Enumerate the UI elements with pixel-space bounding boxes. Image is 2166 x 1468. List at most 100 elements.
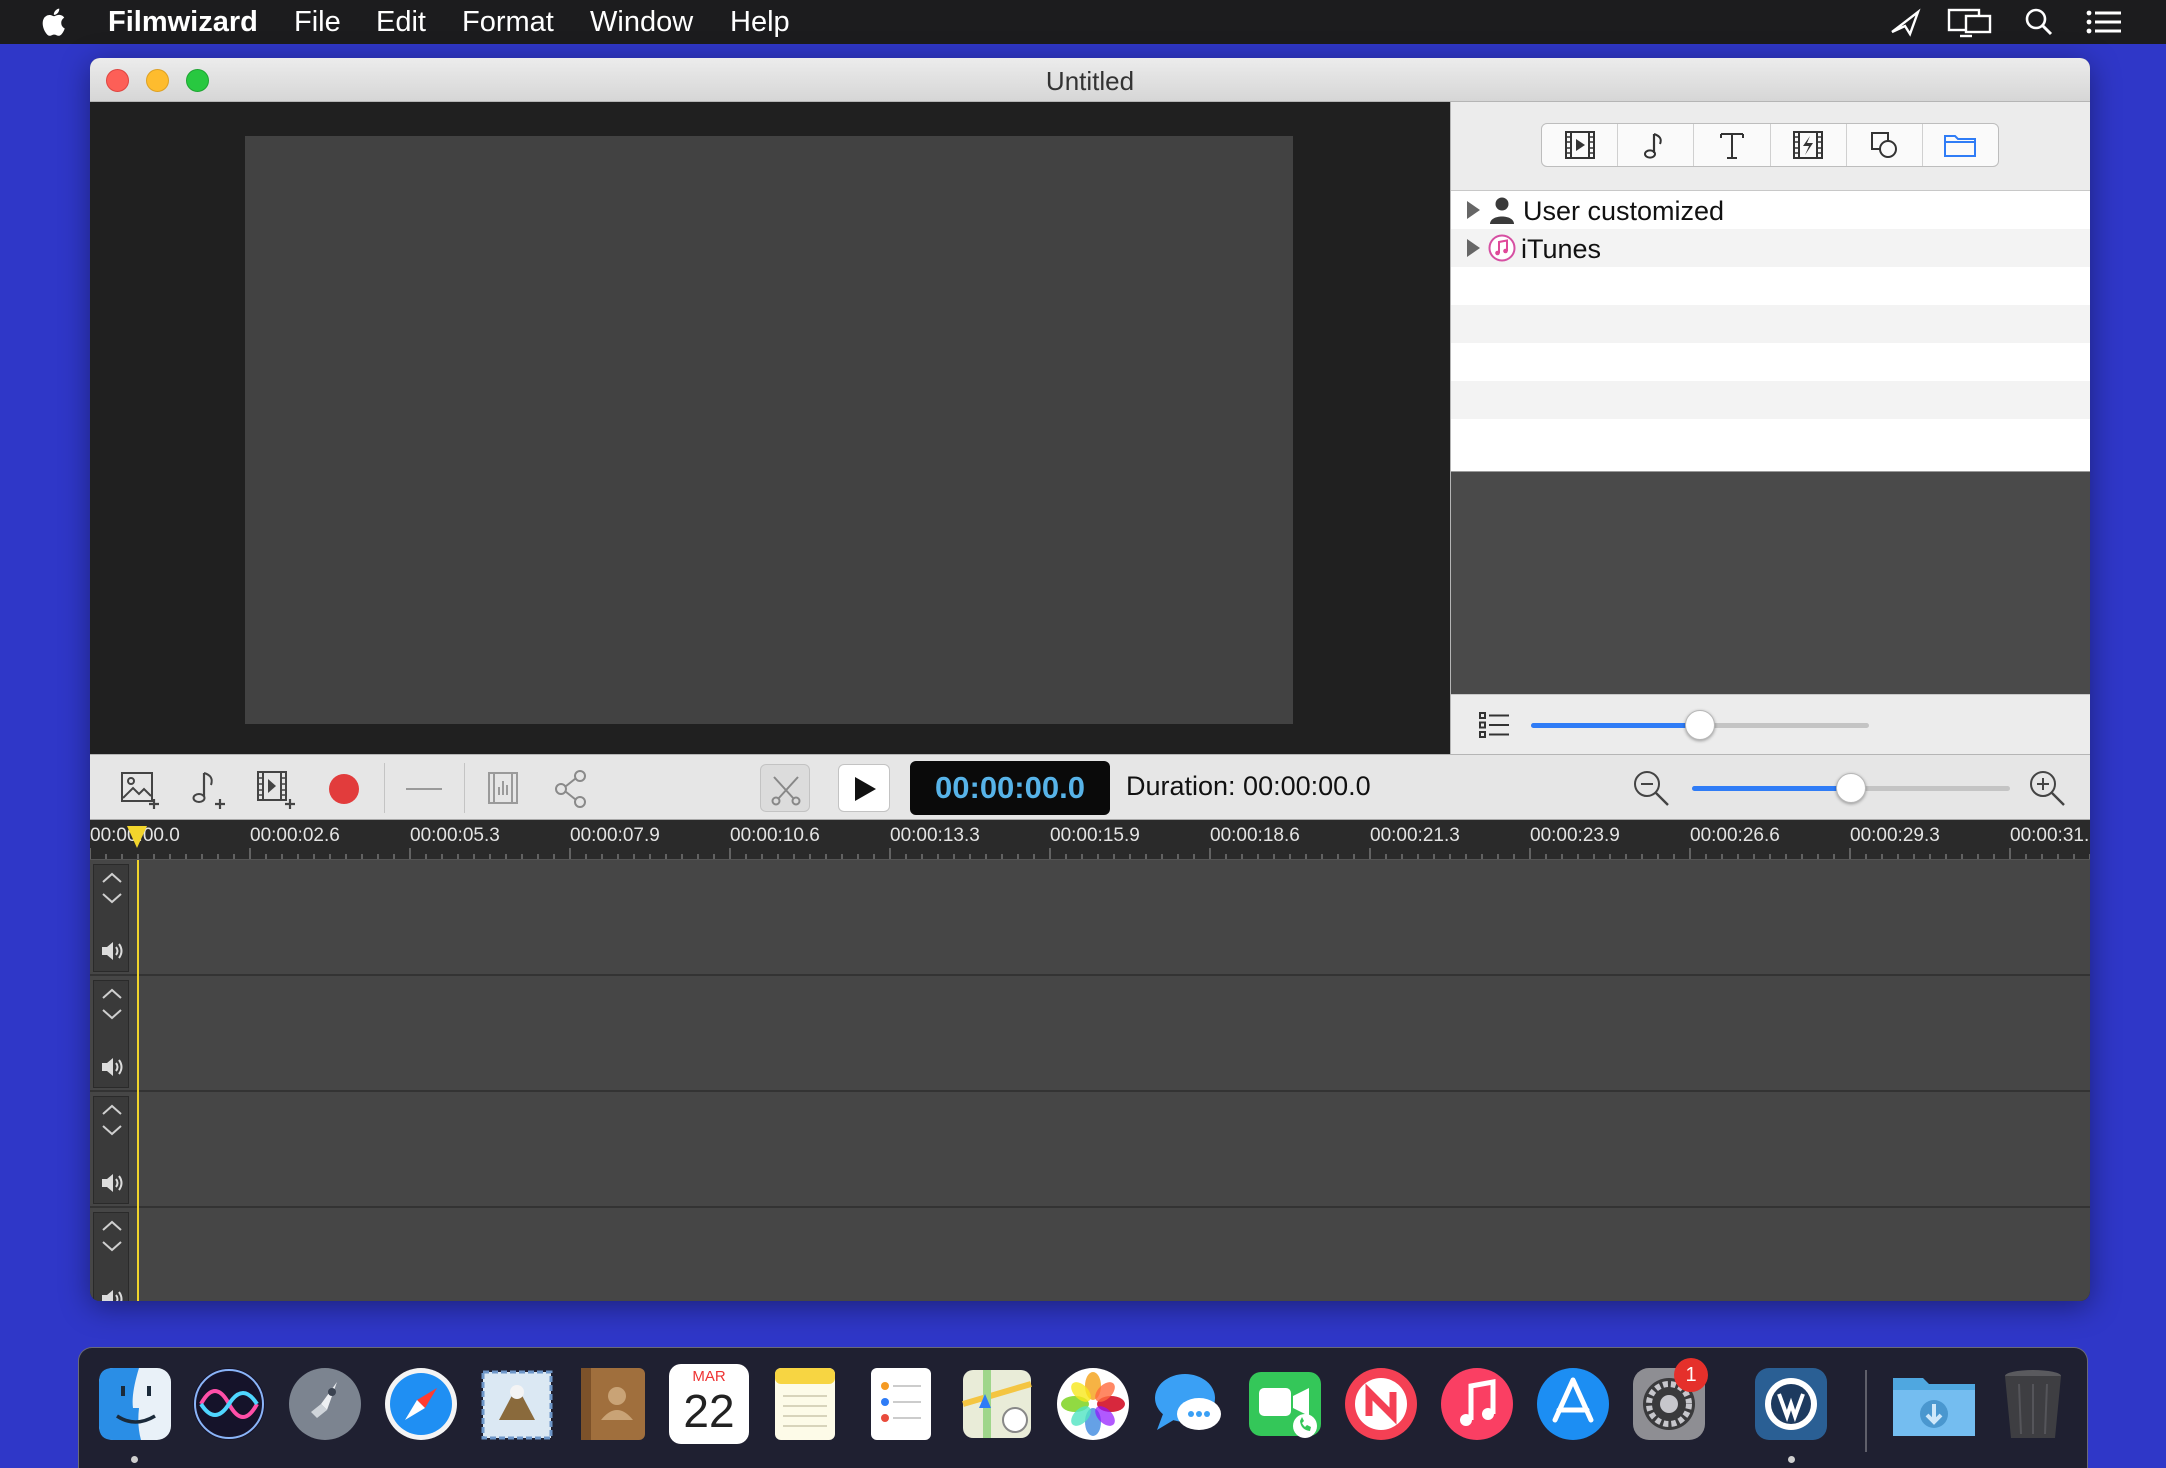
speaker-icon[interactable]: [98, 1053, 126, 1081]
track-header: [93, 1212, 129, 1301]
menu-help[interactable]: Help: [730, 6, 790, 39]
slider-knob[interactable]: [1685, 710, 1715, 740]
messages-icon[interactable]: [1149, 1364, 1229, 1444]
tab-transitions[interactable]: [1771, 124, 1847, 166]
ruler-label: 00:00:05.3: [410, 825, 500, 846]
split-icon[interactable]: [402, 767, 446, 811]
notification-center-icon[interactable]: [2084, 6, 2124, 38]
expand-collapse-icon[interactable]: [98, 985, 126, 1023]
maps-icon[interactable]: [957, 1364, 1037, 1444]
list-view-icon[interactable]: [1477, 709, 1511, 741]
library-bottom-bar: [1451, 694, 2090, 754]
tab-music[interactable]: [1618, 124, 1695, 166]
filmwizard-icon[interactable]: [1751, 1364, 1831, 1444]
library-preview: [1451, 472, 2090, 694]
thumbnail-size-slider[interactable]: [1531, 710, 1869, 740]
ruler-label: 00:00:15.9: [1050, 825, 1140, 846]
speaker-icon[interactable]: [98, 937, 126, 965]
timeline-zoom-slider[interactable]: [1692, 773, 2010, 803]
title-bar[interactable]: Untitled: [90, 58, 2090, 102]
menu-format[interactable]: Format: [462, 6, 554, 39]
ruler-ticks: [90, 848, 2090, 859]
menu-window[interactable]: Window: [590, 6, 693, 39]
add-video-icon[interactable]: [254, 767, 298, 811]
tab-text[interactable]: [1694, 124, 1771, 166]
audio-levels-icon[interactable]: [482, 767, 526, 811]
siri-icon[interactable]: [189, 1364, 269, 1444]
play-button[interactable]: [838, 764, 890, 812]
launchpad-icon[interactable]: [285, 1364, 365, 1444]
notes-icon[interactable]: [765, 1364, 845, 1444]
timeline-tracks: [90, 860, 2090, 1301]
notification-badge: 1: [1674, 1358, 1708, 1392]
tab-folder[interactable]: [1923, 124, 1998, 166]
menu-file[interactable]: File: [294, 6, 341, 39]
scissors-icon: [771, 776, 801, 806]
ruler-label: 00:00:02.6: [250, 825, 340, 846]
speaker-icon[interactable]: [98, 1285, 126, 1301]
video-library-icon: [1564, 131, 1595, 159]
play-icon: [855, 777, 876, 801]
dock: MAR 22 1: [78, 1347, 2088, 1468]
app-menu[interactable]: Filmwizard: [108, 6, 258, 39]
cut-button[interactable]: [760, 764, 810, 812]
ruler-label: 00:00:31.: [2010, 825, 2090, 846]
list-item-label: User customized: [1523, 196, 1725, 226]
disclosure-triangle-icon[interactable]: [1467, 239, 1480, 257]
list-item[interactable]: User customized: [1451, 191, 2090, 229]
calendar-month: MAR: [692, 1368, 726, 1385]
display-mirroring-icon[interactable]: [1946, 6, 1994, 38]
record-icon[interactable]: [322, 767, 366, 811]
apple-icon[interactable]: [38, 5, 72, 39]
add-image-icon[interactable]: [118, 767, 162, 811]
finder-icon[interactable]: [95, 1364, 175, 1444]
user-icon: [1490, 197, 1514, 224]
expand-collapse-icon[interactable]: [98, 1217, 126, 1255]
menu-edit[interactable]: Edit: [376, 6, 426, 39]
location-icon[interactable]: [1888, 6, 1922, 38]
contacts-icon[interactable]: [573, 1364, 653, 1444]
add-music-icon[interactable]: [186, 767, 230, 811]
facetime-icon[interactable]: [1245, 1364, 1325, 1444]
running-indicator: [1788, 1456, 1795, 1463]
spotlight-search-icon[interactable]: [2022, 6, 2056, 38]
photos-icon[interactable]: [1053, 1364, 1133, 1444]
zoom-in-icon[interactable]: [2026, 767, 2068, 809]
timeline-track[interactable]: [90, 976, 2090, 1092]
ruler-label: 00:00:26.6: [1690, 825, 1780, 846]
disclosure-triangle-icon[interactable]: [1467, 201, 1480, 219]
expand-collapse-icon[interactable]: [98, 869, 126, 907]
timeline-track[interactable]: [90, 860, 2090, 976]
timeline-track[interactable]: [90, 1092, 2090, 1208]
timeline-ruler[interactable]: 00:00:00.0 00:00:02.6 00:00:05.3 00:00:0…: [90, 820, 2090, 860]
expand-collapse-icon[interactable]: [98, 1101, 126, 1139]
slider-fill: [1692, 786, 1851, 791]
share-icon[interactable]: [550, 767, 594, 811]
timeline-track[interactable]: [90, 1208, 2090, 1301]
trash-icon[interactable]: [1993, 1364, 2073, 1444]
playhead-marker[interactable]: [127, 826, 147, 848]
preview-area: [90, 102, 1450, 754]
safari-icon[interactable]: [381, 1364, 461, 1444]
tab-video-library[interactable]: [1542, 124, 1619, 166]
window-title: Untitled: [1045, 66, 1135, 96]
calendar-day: 22: [683, 1385, 735, 1437]
preview-canvas[interactable]: [245, 136, 1293, 724]
mail-icon[interactable]: [477, 1364, 557, 1444]
list-item[interactable]: iTunes: [1451, 229, 2090, 267]
music-icon: [1643, 133, 1662, 159]
zoom-out-icon[interactable]: [1630, 767, 1672, 809]
reminders-icon[interactable]: [861, 1364, 941, 1444]
slider-knob[interactable]: [1836, 773, 1866, 803]
music-app-icon[interactable]: [1437, 1364, 1517, 1444]
app-store-icon[interactable]: [1533, 1364, 1613, 1444]
dock-separator: [1865, 1370, 1867, 1452]
ruler-label: 00:00:18.6: [1210, 825, 1300, 846]
tab-shapes[interactable]: [1847, 124, 1923, 166]
playhead-line[interactable]: [137, 860, 139, 1301]
speaker-icon[interactable]: [98, 1169, 126, 1197]
news-icon[interactable]: [1341, 1364, 1421, 1444]
calendar-icon[interactable]: MAR 22: [669, 1364, 749, 1444]
downloads-folder-icon[interactable]: [1889, 1364, 1979, 1444]
ruler-label: 00:00:07.9: [570, 825, 660, 846]
